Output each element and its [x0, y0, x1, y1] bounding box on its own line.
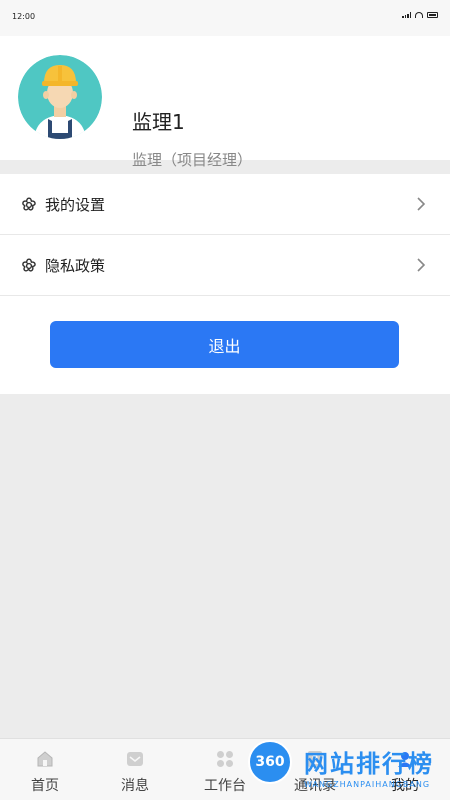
tab-label: 首页 — [31, 778, 59, 794]
profile-icon — [398, 752, 412, 767]
user-role: 监理（项目经理） — [132, 151, 253, 169]
flower-settings-icon — [20, 257, 38, 275]
menu-item-label: 隐私政策 — [45, 256, 106, 275]
tab-home[interactable]: 首页 — [0, 739, 90, 800]
grid-icon — [217, 751, 233, 767]
wifi-icon — [415, 12, 423, 18]
avatar[interactable] — [18, 55, 102, 139]
menu-item-settings[interactable]: 我的设置 — [0, 174, 450, 235]
battery-icon — [427, 12, 438, 18]
chevron-right-icon — [414, 257, 428, 273]
signal-icon — [402, 12, 411, 18]
bottom-tab-bar: 首页 消息 工作台 通讯录 我的 — [0, 738, 450, 800]
logout-section: 退出 — [0, 296, 450, 394]
tab-contacts[interactable]: 通讯录 — [270, 739, 360, 800]
tab-label: 通讯录 — [294, 778, 336, 794]
contacts-icon — [308, 751, 322, 767]
flower-settings-icon — [20, 196, 38, 214]
home-icon — [37, 751, 53, 767]
status-time: 12:00 — [12, 12, 36, 21]
status-icons — [402, 12, 438, 18]
status-bar: 12:00 — [0, 0, 450, 36]
tab-label: 消息 — [121, 778, 149, 794]
tab-workbench[interactable]: 工作台 — [180, 739, 270, 800]
tab-label: 我的 — [391, 778, 419, 794]
menu-item-label: 我的设置 — [45, 195, 106, 214]
user-name: 监理1 — [132, 110, 185, 134]
chevron-right-icon — [414, 196, 428, 212]
menu-item-privacy[interactable]: 隐私政策 — [0, 235, 450, 296]
logout-button[interactable]: 退出 — [50, 321, 399, 368]
tab-messages[interactable]: 消息 — [90, 739, 180, 800]
message-icon — [127, 752, 143, 766]
tab-profile[interactable]: 我的 — [360, 739, 450, 800]
settings-menu: 我的设置 隐私政策 — [0, 174, 450, 296]
tab-label: 工作台 — [204, 778, 246, 794]
profile-card[interactable]: 监理1 监理（项目经理） — [0, 36, 450, 169]
